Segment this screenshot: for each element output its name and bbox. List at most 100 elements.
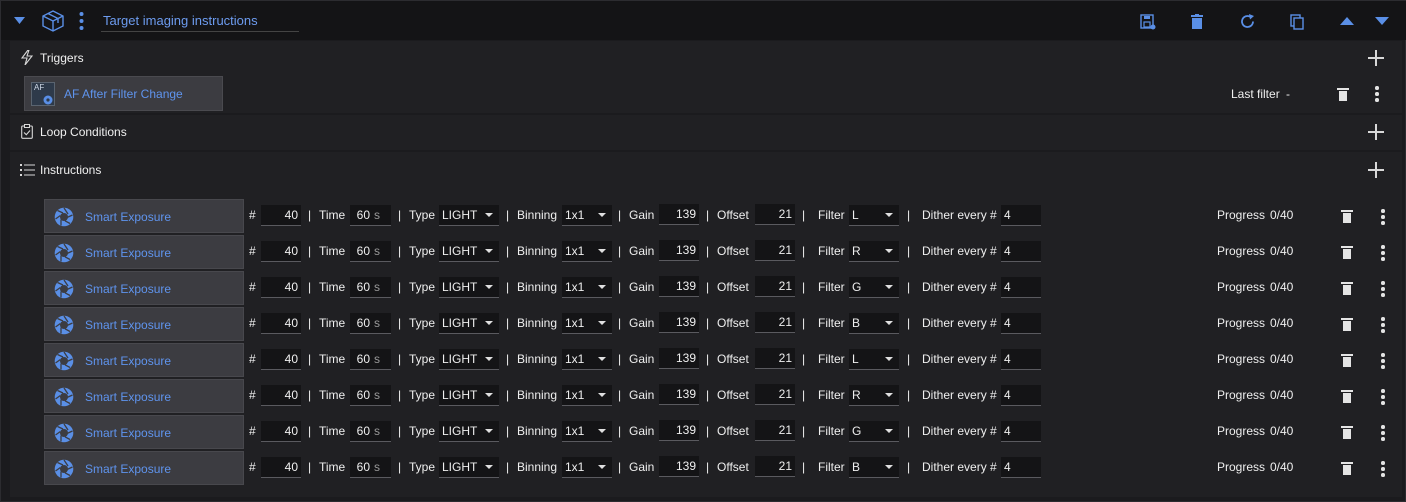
smart-exposure-item[interactable]: Smart Exposure xyxy=(44,379,244,413)
gain-input[interactable]: 139 xyxy=(659,312,699,333)
dither-input[interactable]: 4 xyxy=(1001,385,1041,406)
binning-select[interactable]: 1x1 xyxy=(562,313,612,334)
gain-input[interactable]: 139 xyxy=(659,348,699,369)
exposure-time-input[interactable]: 60 xyxy=(350,205,372,226)
instruction-menu-icon[interactable] xyxy=(1381,353,1385,369)
count-input[interactable]: 40 xyxy=(261,385,301,406)
smart-exposure-item[interactable]: Smart Exposure xyxy=(44,343,244,377)
dither-input[interactable]: 4 xyxy=(1001,205,1041,226)
gain-input[interactable]: 139 xyxy=(659,456,699,477)
instruction-menu-icon[interactable] xyxy=(1381,461,1385,477)
filter-select[interactable]: B xyxy=(849,313,899,334)
delete-instruction-icon[interactable] xyxy=(1341,246,1353,259)
gain-input[interactable]: 139 xyxy=(659,276,699,297)
binning-select[interactable]: 1x1 xyxy=(562,421,612,442)
filter-select[interactable]: R xyxy=(849,241,899,262)
filter-select[interactable]: R xyxy=(849,385,899,406)
exposure-time-input[interactable]: 60 xyxy=(350,277,372,298)
smart-exposure-item[interactable]: Smart Exposure xyxy=(44,307,244,341)
offset-input[interactable]: 21 xyxy=(755,312,795,333)
gain-input[interactable]: 139 xyxy=(659,420,699,441)
smart-exposure-item[interactable]: Smart Exposure xyxy=(44,235,244,269)
binning-select[interactable]: 1x1 xyxy=(562,241,612,262)
image-type-select[interactable]: LIGHT xyxy=(439,313,499,334)
filter-select[interactable]: G xyxy=(849,421,899,442)
binning-select[interactable]: 1x1 xyxy=(562,349,612,370)
count-input[interactable]: 40 xyxy=(261,457,301,478)
container-title-input[interactable]: Target imaging instructions xyxy=(101,10,299,32)
instruction-menu-icon[interactable] xyxy=(1381,317,1385,333)
delete-trigger-icon[interactable] xyxy=(1337,88,1349,101)
binning-select[interactable]: 1x1 xyxy=(562,457,612,478)
offset-input[interactable]: 21 xyxy=(755,348,795,369)
binning-select[interactable]: 1x1 xyxy=(562,205,612,226)
gain-input[interactable]: 139 xyxy=(659,240,699,261)
gain-input[interactable]: 139 xyxy=(659,384,699,405)
offset-input[interactable]: 21 xyxy=(755,276,795,297)
instruction-menu-icon[interactable] xyxy=(1381,281,1385,297)
add-instruction-icon[interactable] xyxy=(1368,162,1384,178)
offset-input[interactable]: 21 xyxy=(755,456,795,477)
trigger-menu-icon[interactable] xyxy=(1375,86,1379,102)
smart-exposure-item[interactable]: Smart Exposure xyxy=(44,451,244,485)
delete-instruction-icon[interactable] xyxy=(1341,210,1353,223)
filter-select[interactable]: L xyxy=(849,349,899,370)
image-type-select[interactable]: LIGHT xyxy=(439,421,499,442)
delete-instruction-icon[interactable] xyxy=(1341,426,1353,439)
exposure-time-input[interactable]: 60 xyxy=(350,385,372,406)
gain-input[interactable]: 139 xyxy=(659,204,699,225)
image-type-select[interactable]: LIGHT xyxy=(439,385,499,406)
dither-input[interactable]: 4 xyxy=(1001,457,1041,478)
count-input[interactable]: 40 xyxy=(261,313,301,334)
smart-exposure-item[interactable]: Smart Exposure xyxy=(44,271,244,305)
filter-select[interactable]: L xyxy=(849,205,899,226)
image-type-select[interactable]: LIGHT xyxy=(439,277,499,298)
exposure-time-input[interactable]: 60 xyxy=(350,457,372,478)
trigger-af-after-filter-change[interactable]: AF AF After Filter Change xyxy=(24,76,223,111)
instruction-menu-icon[interactable] xyxy=(1381,209,1385,225)
smart-exposure-item[interactable]: Smart Exposure xyxy=(44,415,244,449)
dither-input[interactable]: 4 xyxy=(1001,277,1041,298)
exposure-time-input[interactable]: 60 xyxy=(350,241,372,262)
duplicate-icon[interactable] xyxy=(1290,14,1305,30)
delete-instruction-icon[interactable] xyxy=(1341,282,1353,295)
save-icon[interactable] xyxy=(1140,14,1156,30)
dither-input[interactable]: 4 xyxy=(1001,421,1041,442)
offset-input[interactable]: 21 xyxy=(755,204,795,225)
count-input[interactable]: 40 xyxy=(261,205,301,226)
move-down-icon[interactable] xyxy=(1375,17,1390,26)
kebab-icon[interactable] xyxy=(79,11,84,31)
trash-icon[interactable] xyxy=(1191,14,1203,29)
instruction-menu-icon[interactable] xyxy=(1381,389,1385,405)
image-type-select[interactable]: LIGHT xyxy=(439,457,499,478)
image-type-select[interactable]: LIGHT xyxy=(439,205,499,226)
exposure-time-input[interactable]: 60 xyxy=(350,349,372,370)
delete-instruction-icon[interactable] xyxy=(1341,390,1353,403)
offset-input[interactable]: 21 xyxy=(755,420,795,441)
delete-instruction-icon[interactable] xyxy=(1341,318,1353,331)
collapse-caret-icon[interactable] xyxy=(14,17,26,25)
move-up-icon[interactable] xyxy=(1340,17,1355,26)
count-input[interactable]: 40 xyxy=(261,349,301,370)
exposure-time-input[interactable]: 60 xyxy=(350,313,372,334)
image-type-select[interactable]: LIGHT xyxy=(439,349,499,370)
count-input[interactable]: 40 xyxy=(261,241,301,262)
image-type-select[interactable]: LIGHT xyxy=(439,241,499,262)
binning-select[interactable]: 1x1 xyxy=(562,277,612,298)
count-input[interactable]: 40 xyxy=(261,421,301,442)
add-trigger-icon[interactable] xyxy=(1368,50,1384,66)
delete-instruction-icon[interactable] xyxy=(1341,462,1353,475)
reload-icon[interactable] xyxy=(1239,13,1256,30)
instruction-menu-icon[interactable] xyxy=(1381,245,1385,261)
exposure-time-input[interactable]: 60 xyxy=(350,421,372,442)
offset-input[interactable]: 21 xyxy=(755,240,795,261)
binning-select[interactable]: 1x1 xyxy=(562,385,612,406)
delete-instruction-icon[interactable] xyxy=(1341,354,1353,367)
count-input[interactable]: 40 xyxy=(261,277,301,298)
dither-input[interactable]: 4 xyxy=(1001,313,1041,334)
filter-select[interactable]: G xyxy=(849,277,899,298)
dither-input[interactable]: 4 xyxy=(1001,349,1041,370)
dither-input[interactable]: 4 xyxy=(1001,241,1041,262)
filter-select[interactable]: B xyxy=(849,457,899,478)
add-loop-condition-icon[interactable] xyxy=(1368,124,1384,140)
